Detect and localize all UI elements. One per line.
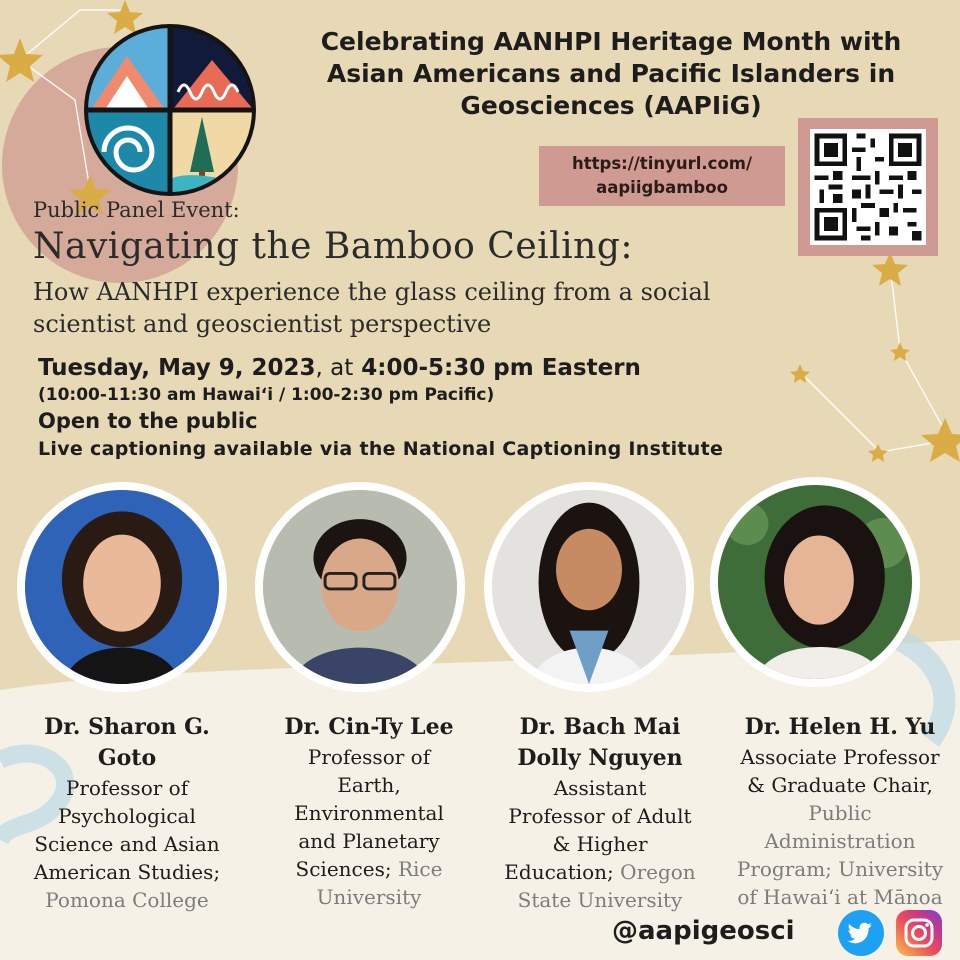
registration-link[interactable]: https://tinyurl.com/ aapiigbamboo [539, 146, 785, 206]
headline-line-1: Celebrating AANHPI Heritage Month with [320, 27, 902, 56]
portrait-yu [718, 485, 912, 679]
panelist-role: Assistant [553, 776, 647, 800]
event-date-time: Tuesday, May 9, 2023, at 4:00-5:30 pm Ea… [38, 353, 918, 383]
panelist-name: Goto [97, 745, 157, 771]
panelist-role-line: Sciences; Rice [259, 855, 479, 883]
panelist-institution: University [316, 885, 422, 909]
panelist-institution: Rice [397, 857, 443, 881]
panelist-role: Environmental [294, 801, 444, 825]
event-open: Open to the public [38, 409, 258, 433]
panelist-institution: Pomona College [45, 888, 209, 912]
panelist-goto: Dr. Sharon G. Goto Professor of Psycholo… [17, 712, 237, 914]
panelist-role: and Planetary [298, 829, 440, 853]
panelist-program: Administration [764, 829, 916, 853]
panelist-institution: Oregon [620, 860, 696, 884]
link-line-1: https://tinyurl.com/ [572, 154, 752, 173]
panelist-role: Associate Professor [740, 745, 940, 769]
star-icon [0, 38, 43, 82]
panelist-role: American Studies; [33, 860, 221, 884]
panelist-role: & Higher [552, 832, 648, 856]
portrait-nguyen [492, 490, 686, 684]
twitter-bird-icon [847, 922, 872, 944]
panelist-institution: University [838, 857, 944, 881]
instagram-camera-icon [904, 918, 934, 948]
panelist-role: Earth, [337, 773, 401, 797]
panelist-nguyen: Dr. Bach Mai Dolly Nguyen Assistant Prof… [490, 712, 710, 914]
panelist-role: Professor of [65, 776, 189, 800]
panelist-role: Science and Asian [34, 832, 220, 856]
twitter-icon[interactable] [838, 910, 884, 956]
star-icon [921, 418, 960, 462]
headline-line-2: Asian Americans and Pacific Islanders in [326, 59, 896, 88]
panelist-photo-goto [17, 482, 227, 692]
panelist-role-tail: Sciences; [295, 857, 392, 881]
panelist-name: Dolly Nguyen [517, 745, 683, 771]
event-captioning: Live captioning available via the Nation… [38, 438, 724, 460]
event-alt-times: (10:00-11:30 am Hawaiʻi / 1:00-2:30 pm P… [38, 385, 495, 405]
panelist-name: Dr. Sharon G. [44, 714, 210, 740]
panelist-lee: Dr. Cin-Ty Lee Professor of Earth, Envir… [259, 712, 479, 911]
headline: Celebrating AANHPI Heritage Month with A… [262, 26, 960, 122]
event-date-at: , at [315, 355, 354, 381]
panelist-institution-line: Program; University [720, 855, 960, 883]
panelist-role: Psychological [58, 804, 196, 828]
panelist-institution: State University [517, 888, 683, 912]
event-label: Public Panel Event: [33, 198, 240, 222]
panelist-role-tail: Education; [504, 860, 614, 884]
panelist-name: Dr. Bach Mai [519, 714, 681, 740]
event-title: Navigating the Bamboo Ceiling: [33, 226, 634, 267]
portrait-goto [25, 490, 219, 684]
panelist-role: Professor of [307, 745, 431, 769]
aapiig-logo [84, 24, 256, 196]
qr-code-frame [798, 118, 938, 256]
panelist-role-line: Education; Oregon [490, 858, 710, 886]
panelist-yu: Dr. Helen H. Yu Associate Professor & Gr… [720, 712, 960, 911]
panelist-name: Dr. Cin-Ty Lee [284, 714, 454, 740]
panelist-role: & Graduate Chair, [747, 773, 933, 797]
panelist-photo-lee [255, 482, 465, 692]
panelist-photo-yu [710, 477, 920, 687]
panelist-photo-nguyen [484, 482, 694, 692]
event-day: Tuesday, [38, 355, 151, 381]
event-date: May 9, 2023 [158, 355, 316, 381]
qr-code[interactable] [810, 129, 926, 245]
panelist-program-tail: Program; [736, 857, 832, 881]
link-line-2: aapiigbamboo [596, 178, 728, 197]
social-handle[interactable]: @aapigeosci [612, 916, 795, 946]
star-icon [872, 252, 908, 286]
event-time: 4:00-5:30 pm Eastern [361, 355, 641, 381]
event-subtitle: How AANHPI experience the glass ceiling … [33, 276, 873, 340]
event-details: Tuesday, May 9, 2023, at 4:00-5:30 pm Ea… [38, 353, 918, 463]
panelist-role: Professor of Adult [508, 804, 692, 828]
qr-code-icon [814, 133, 922, 241]
panelist-institution: of Hawaiʻi at Mānoa [737, 885, 943, 909]
instagram-icon[interactable] [896, 910, 942, 956]
panelist-name: Dr. Helen H. Yu [744, 714, 936, 740]
panelist-program: Public [808, 801, 872, 825]
subtitle-line-1: How AANHPI experience the glass ceiling … [33, 278, 711, 306]
subtitle-line-2: scientist and geoscientist perspective [33, 310, 492, 338]
portrait-lee [263, 490, 457, 684]
